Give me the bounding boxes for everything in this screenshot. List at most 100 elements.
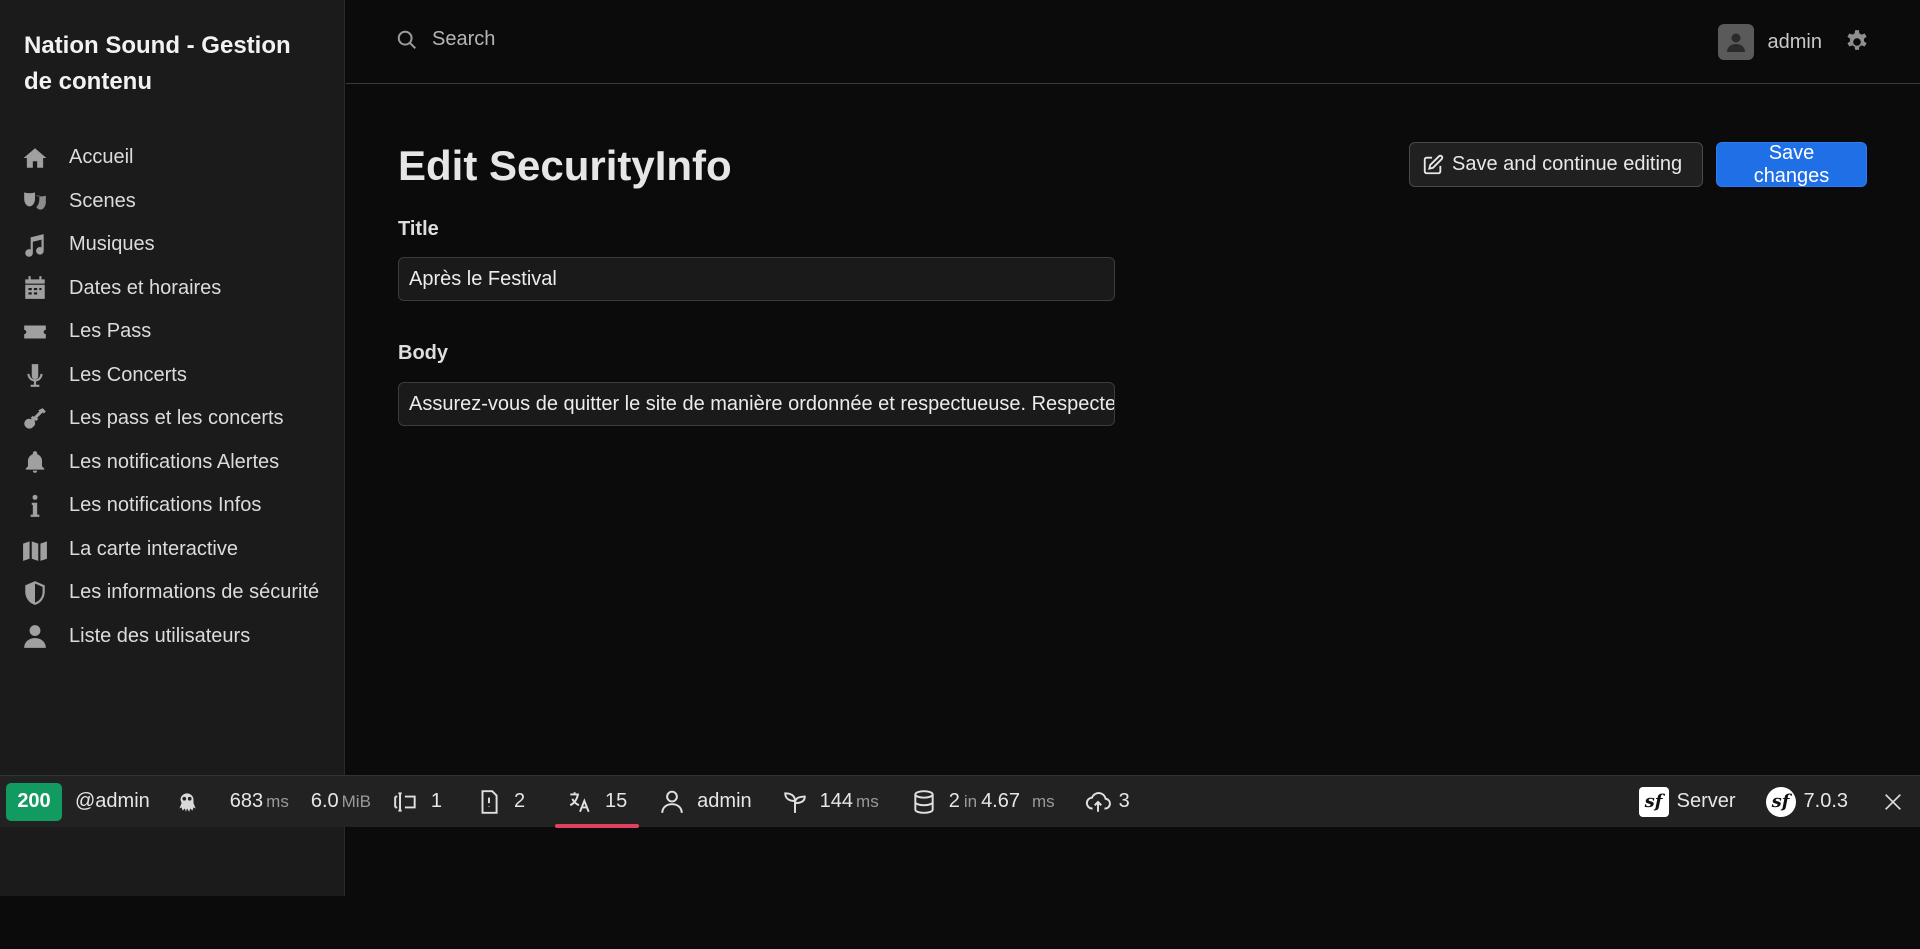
toolbar-time[interactable]: 683 ms	[230, 776, 289, 828]
home-icon	[22, 142, 52, 173]
memory-unit: MiB	[341, 791, 371, 811]
toolbar-server[interactable]: sf Server	[1638, 776, 1736, 828]
microphone-icon	[22, 360, 52, 391]
sidebar-item-concerts[interactable]: Les Concerts	[22, 360, 332, 391]
sidebar-item-alertes[interactable]: Les notifications Alertes	[22, 447, 332, 478]
twig-unit: ms	[856, 791, 879, 811]
symfony-server-icon: sf	[1638, 786, 1669, 817]
info-icon	[22, 490, 52, 521]
log-icon	[481, 789, 498, 814]
twig-leaf-icon	[783, 791, 806, 813]
calendar-icon	[22, 273, 52, 304]
db-unit: ms	[1032, 791, 1055, 811]
page-title: Edit SecurityInfo	[398, 142, 732, 189]
translation-icon	[569, 791, 590, 812]
sidebar-item-scenes[interactable]: Scenes	[22, 186, 332, 217]
avatar[interactable]	[1717, 24, 1754, 60]
toolbar-version[interactable]: sf 7.0.3	[1765, 776, 1848, 828]
close-icon	[1885, 793, 1901, 810]
sidebar-item-dates[interactable]: Dates et horaires	[22, 273, 332, 304]
top-header: Search admin	[346, 0, 1920, 84]
toolbar-close[interactable]	[1882, 776, 1904, 828]
logs-count: 2	[514, 790, 526, 812]
guitar-icon	[22, 403, 52, 434]
toolbar-logs[interactable]: 2	[476, 776, 525, 828]
user-avatar-icon	[1726, 33, 1745, 52]
sidebar-item-label: Scenes	[69, 189, 136, 212]
twig-value: 144	[819, 790, 854, 812]
memory-value: 6.0	[310, 790, 339, 812]
sidebar-item-utilisateurs[interactable]: Liste des utilisateurs	[22, 621, 332, 652]
sidebar-item-accueil[interactable]: Accueil	[22, 142, 332, 173]
sidebar-item-label: Liste des utilisateurs	[69, 624, 251, 647]
server-label: Server	[1676, 790, 1736, 812]
toolbar-request[interactable]: @admin	[75, 776, 150, 828]
toolbar-translations[interactable]: 15	[555, 776, 640, 828]
db-in: in	[963, 791, 978, 811]
time-unit: ms	[266, 791, 289, 811]
sidebar-item-label: Les pass et les concerts	[69, 407, 284, 429]
search-label: Search	[432, 28, 496, 50]
save-and-continue-button[interactable]: Save and continue editing	[1409, 142, 1703, 187]
map-icon	[22, 534, 52, 565]
user-menu[interactable]: admin	[1717, 24, 1870, 60]
toolbar-ghost[interactable]	[174, 776, 200, 828]
save-and-continue-label: Save and continue editing	[1452, 153, 1683, 175]
form-icon	[394, 791, 416, 812]
ticket-icon	[22, 316, 52, 347]
sidebar-item-label: Les Concerts	[69, 363, 187, 386]
music-icon	[22, 229, 52, 260]
status-badge: 200	[6, 782, 62, 821]
sidebar-item-carte[interactable]: La carte interactive	[22, 534, 332, 565]
sidebar-item-label: Musiques	[69, 233, 155, 255]
request-user: @admin	[75, 790, 150, 812]
search-bar[interactable]: Search	[396, 28, 495, 51]
user-icon	[22, 621, 52, 652]
sidebar-item-musiques[interactable]: Musiques	[22, 229, 332, 260]
sidebar-item-label: Les informations de sécurité	[69, 581, 320, 603]
active-panel-indicator	[555, 823, 640, 828]
db-queries: 2	[948, 790, 960, 812]
database-icon	[914, 789, 934, 814]
edit-icon	[1423, 154, 1444, 174]
bell-icon	[22, 447, 52, 478]
shield-icon	[22, 577, 52, 608]
sidebar-item-label: Dates et horaires	[69, 276, 222, 299]
cloud-upload-icon	[1085, 791, 1111, 812]
symfony-logo-icon: sf	[1765, 786, 1796, 817]
sidebar-item-label: Les notifications Infos	[69, 494, 262, 516]
toolbar-status[interactable]: 200	[0, 776, 62, 828]
theater-masks-icon	[22, 186, 52, 217]
sidebar-item-pass[interactable]: Les Pass	[22, 316, 332, 347]
brand-title[interactable]: Nation Sound - Gestion de contenu	[24, 28, 324, 100]
toolbar-forms[interactable]: 1	[393, 776, 442, 828]
body-field[interactable]: Assurez-vous de quitter le site de maniè…	[398, 382, 1115, 426]
sidebar-menu: Accueil Scenes Musiques Dates et horaire…	[22, 142, 332, 664]
save-changes-button[interactable]: Save changes	[1716, 142, 1867, 187]
title-label: Title	[398, 218, 439, 240]
symfony-version: 7.0.3	[1803, 790, 1848, 812]
sidebar-item-infos[interactable]: Les notifications Infos	[22, 490, 332, 521]
translations-count: 15	[605, 790, 628, 812]
sidebar-item-label: Les notifications Alertes	[69, 450, 280, 473]
sidebar-item-pass-concerts[interactable]: Les pass et les concerts	[22, 403, 332, 434]
time-value: 683	[229, 790, 264, 812]
sidebar-item-label: La carte interactive	[69, 537, 238, 560]
toolbar-security[interactable]: admin	[659, 776, 752, 828]
toolbar-database[interactable]: 2 in 4.67 ms	[911, 776, 1055, 828]
gear-icon[interactable]	[1844, 29, 1870, 55]
body-label: Body	[398, 342, 448, 364]
toolbar-twig[interactable]: 144 ms	[782, 776, 879, 828]
username[interactable]: admin	[1768, 31, 1822, 54]
sidebar-item-securite[interactable]: Les informations de sécurité	[22, 577, 332, 608]
db-time: 4.67	[981, 790, 1020, 812]
toolbar-uploads[interactable]: 3	[1085, 776, 1130, 828]
security-user: admin	[697, 790, 752, 812]
toolbar-memory[interactable]: 6.0 MiB	[311, 776, 371, 828]
title-field[interactable]: Après le Festival	[398, 257, 1115, 301]
forms-count: 1	[430, 790, 443, 812]
user-outline-icon	[661, 790, 683, 813]
ghost-icon	[179, 792, 196, 812]
uploads-count: 3	[1118, 790, 1130, 812]
sidebar: Nation Sound - Gestion de contenu Accuei…	[0, 0, 345, 896]
